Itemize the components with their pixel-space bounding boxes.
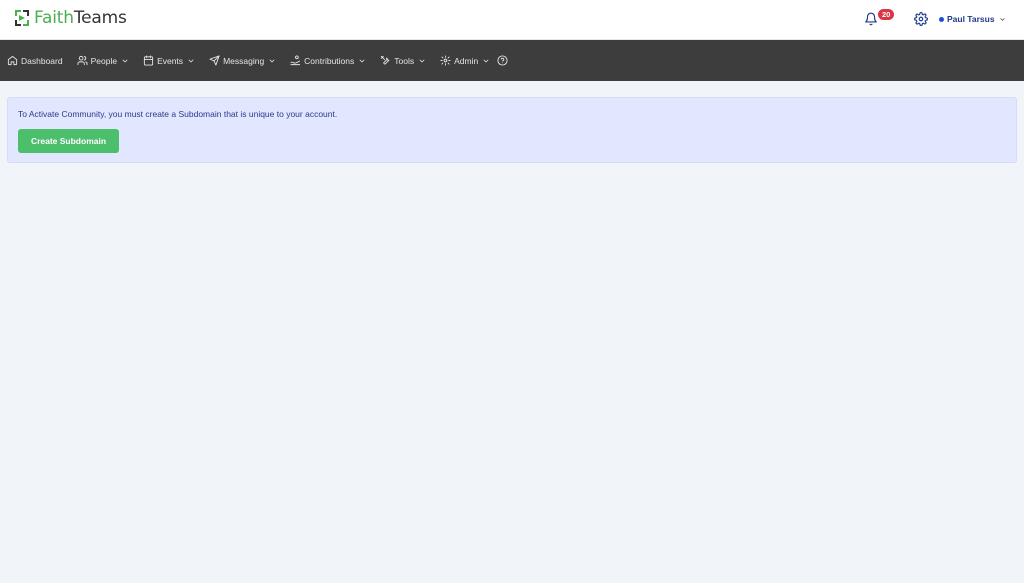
user-name: Paul Tarsus [947, 14, 995, 24]
faithteams-logo[interactable]: FaithTeams [14, 8, 127, 28]
nav-label-people: People [90, 55, 118, 66]
help-button[interactable] [497, 40, 508, 81]
gear-icon[interactable] [914, 12, 928, 26]
chevron-down-icon [269, 59, 275, 62]
tools-icon [381, 55, 390, 65]
home-icon [7, 55, 18, 66]
chevron-down-icon [122, 59, 128, 62]
nav-label-dashboard: Dashboard [21, 55, 63, 66]
create-subdomain-button[interactable]: Create Subdomain [18, 129, 119, 153]
community-activation-alert: To Activate Community, you must create a… [7, 97, 1017, 163]
nav-label-messaging: Messaging [223, 55, 265, 66]
nav-label-tools: Tools [394, 55, 415, 66]
user-menu[interactable]: Paul Tarsus [939, 12, 1006, 26]
chevron-down-icon [188, 59, 194, 62]
nav-label-events: Events [157, 55, 184, 66]
hand-coin-icon [290, 55, 301, 66]
nav-item-admin[interactable]: Admin [440, 40, 490, 81]
nav-item-contributions[interactable]: Contributions [290, 40, 366, 81]
users-icon [77, 55, 88, 66]
nav-label-contributions: Contributions [304, 55, 355, 66]
nav-item-dashboard[interactable]: Dashboard [7, 40, 63, 81]
chevron-down-icon [999, 17, 1005, 21]
chevron-down-icon [359, 59, 365, 62]
nav-item-people[interactable]: People [77, 40, 129, 81]
online-status-dot [939, 16, 944, 22]
alert-message: To Activate Community, you must create a… [18, 109, 338, 119]
help-circle-icon [497, 55, 508, 66]
logo-mark-icon [15, 10, 29, 26]
main-navigation: Dashboard People Events Messaging Contri… [0, 40, 1024, 81]
chevron-down-icon [419, 59, 425, 62]
nav-item-events[interactable]: Events [143, 40, 195, 81]
notification-count-badge[interactable]: 20 [878, 9, 895, 20]
logo-text-faith: Faith [34, 8, 74, 28]
bell-icon[interactable] [864, 12, 878, 26]
chevron-down-icon [483, 59, 489, 62]
top-header: FaithTeams 20 Paul Tarsus [0, 0, 1024, 40]
nav-item-messaging[interactable]: Messaging [209, 40, 276, 81]
nav-item-tools[interactable]: Tools [380, 40, 426, 81]
gear-icon [440, 55, 451, 66]
nav-label-admin: Admin [454, 55, 479, 66]
logo-text-teams: Teams [73, 8, 127, 28]
paper-plane-icon [209, 55, 220, 66]
calendar-icon [143, 55, 154, 66]
